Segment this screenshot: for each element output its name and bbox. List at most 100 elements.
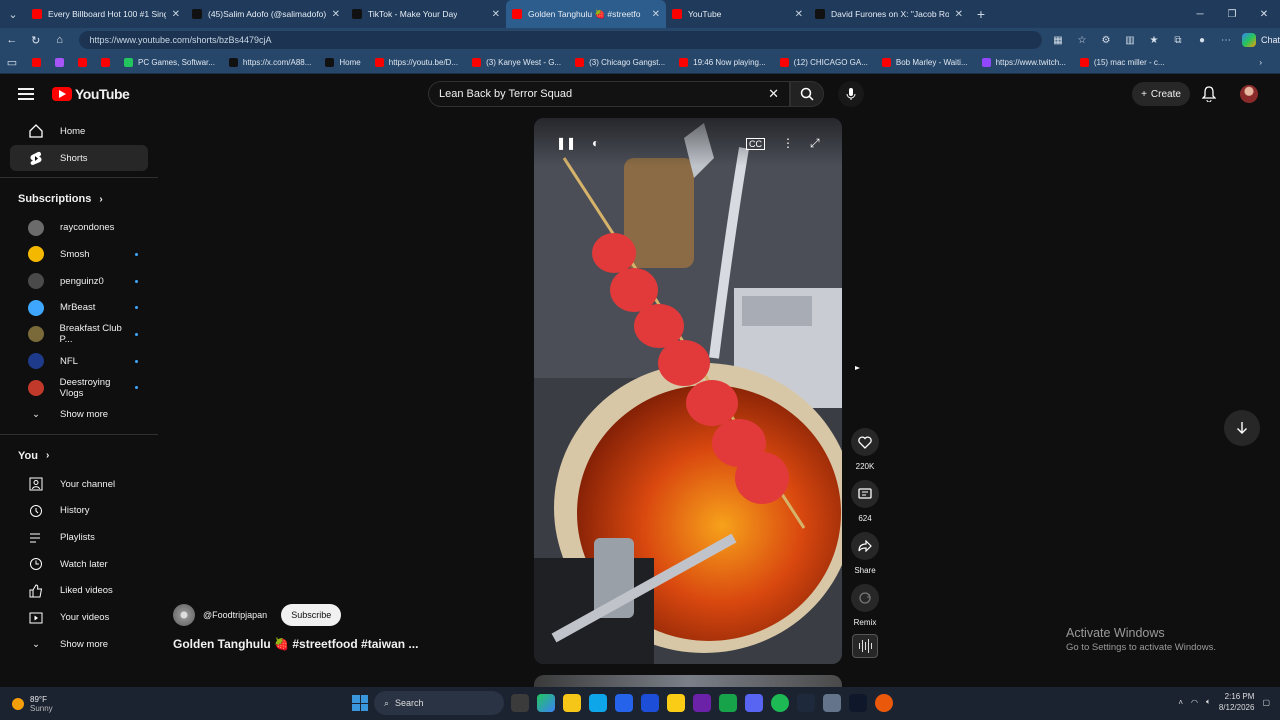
search-button[interactable] <box>790 81 824 107</box>
subscription-item[interactable]: NFL <box>10 348 148 375</box>
subscription-item[interactable]: Deestroying Vlogs <box>10 375 148 402</box>
discord-icon[interactable] <box>745 694 763 712</box>
close-tab-icon[interactable]: ✕ <box>486 9 500 20</box>
next-short-preview[interactable] <box>534 675 842 687</box>
minimize-icon[interactable]: ─ <box>1184 9 1216 20</box>
bookmark-item[interactable]: (3) Chicago Gangst... <box>575 58 665 67</box>
you-header[interactable]: You › <box>0 441 158 471</box>
collections-icon[interactable]: ⧉ <box>1168 35 1188 46</box>
sidebar-item-playlists[interactable]: Playlists <box>10 524 148 551</box>
menu-icon[interactable] <box>18 88 34 103</box>
subscribe-button[interactable]: Subscribe <box>281 604 342 626</box>
sidebar-item-your-channel[interactable]: Your channel <box>10 471 148 498</box>
volume-tray-icon[interactable]: 🔈︎ <box>1206 697 1211 707</box>
sidebar-item-history[interactable]: History <box>10 498 148 525</box>
search-input[interactable]: Lean Back by Terror Squad ✕ <box>428 81 790 107</box>
close-tab-icon[interactable]: ✕ <box>646 9 660 20</box>
back-icon[interactable]: ← <box>0 34 24 46</box>
subscriptions-header[interactable]: Subscriptions › <box>0 184 158 214</box>
more-vertical-icon[interactable]: ⋮ <box>782 136 794 150</box>
account-avatar[interactable] <box>1240 85 1258 103</box>
spotify-icon[interactable] <box>771 694 789 712</box>
sidebar-item-watch-later[interactable]: Watch later <box>10 551 148 578</box>
bookmark-item[interactable]: (12) CHICAGO GA... <box>779 58 868 67</box>
notification-center-icon[interactable]: ▢ <box>1262 698 1270 707</box>
bookmark-item[interactable] <box>32 58 41 67</box>
maximize-icon[interactable]: ❐ <box>1216 9 1248 20</box>
browser-tab[interactable]: Every Billboard Hot 100 #1 Single ✕ <box>26 0 186 28</box>
short-title[interactable]: Golden Tanghulu 🍓 #streetfood #taiwan ..… <box>173 637 418 651</box>
close-tab-icon[interactable]: ✕ <box>949 9 963 20</box>
outlook-icon[interactable] <box>641 694 659 712</box>
new-tab-button[interactable]: + <box>969 6 993 22</box>
winamp-icon[interactable] <box>667 694 685 712</box>
bookmark-item[interactable]: (3) Kanye West - G... <box>472 58 561 67</box>
tab-actions-menu-icon[interactable]: ⌄ <box>0 0 26 28</box>
start-icon[interactable] <box>352 695 368 711</box>
weather-widget[interactable]: 89°F Sunny <box>12 695 53 713</box>
bookmark-item[interactable]: 19:46 Now playing... <box>679 58 766 67</box>
steam-client-icon[interactable] <box>849 694 867 712</box>
close-tab-icon[interactable]: ✕ <box>789 9 803 20</box>
edge-icon[interactable] <box>589 694 607 712</box>
fullscreen-icon[interactable]: ⤢ <box>810 136 820 151</box>
favorite-star-icon[interactable]: ☆ <box>1072 35 1092 46</box>
pause-icon[interactable]: ❚❚ <box>556 136 576 150</box>
remix-button[interactable] <box>851 584 879 612</box>
split-screen-icon[interactable]: ▥ <box>1120 35 1140 46</box>
settings-icon[interactable] <box>823 694 841 712</box>
subscription-item[interactable]: MrBeast <box>10 294 148 321</box>
browser-tab[interactable]: Golden Tanghulu 🍓 #streetfo ✕ <box>506 0 666 28</box>
browser-tab[interactable]: YouTube ✕ <box>666 0 809 28</box>
captions-icon[interactable]: CC <box>746 138 765 150</box>
favorites-icon[interactable]: ★ <box>1144 35 1164 46</box>
youtube-logo[interactable]: YouTube <box>52 86 130 102</box>
bookmark-item[interactable]: Home <box>325 58 361 67</box>
next-short-button[interactable] <box>1224 410 1260 446</box>
short-video-player[interactable]: ❚❚ ◐ CC ⋮ ⤢ <box>534 118 842 664</box>
network-icon[interactable]: ◠ <box>1191 698 1198 707</box>
clock[interactable]: 2:16 PM 8/12/2026 <box>1219 691 1255 713</box>
store-icon[interactable] <box>615 694 633 712</box>
close-tab-icon[interactable]: ✕ <box>166 9 180 20</box>
copilot-chat-button[interactable]: Chat <box>1241 33 1280 47</box>
bookmarks-overflow-icon[interactable]: › <box>1259 58 1262 67</box>
app-orange-icon[interactable] <box>875 694 893 712</box>
bookmark-item[interactable] <box>55 58 64 67</box>
show-more-subscriptions[interactable]: ⌄ Show more <box>10 401 148 428</box>
bookmark-item[interactable]: Bob Marley - Waiti... <box>881 58 968 67</box>
bookmark-item[interactable]: (15) mac miller - c... <box>1079 58 1165 67</box>
bookmark-item[interactable]: https://x.com/A88... <box>228 58 311 67</box>
subscription-item[interactable]: Smosh <box>10 241 148 268</box>
taskbar-search[interactable]: ⌕ Search <box>374 691 504 715</box>
chevron-up-icon[interactable]: ˄ <box>1178 698 1183 707</box>
share-button[interactable] <box>851 532 879 560</box>
sound-thumbnail[interactable] <box>852 634 878 658</box>
comment-button[interactable] <box>851 480 879 508</box>
sidebar-item-liked-videos[interactable]: Liked videos <box>10 578 148 605</box>
refresh-icon[interactable]: ↻ <box>24 34 48 47</box>
voice-search-button[interactable] <box>838 81 864 107</box>
url-field[interactable]: https://www.youtube.com/shorts/bzBs4479c… <box>79 31 1042 49</box>
bookmark-item[interactable]: https://www.twitch... <box>981 58 1066 67</box>
xbox-icon[interactable] <box>719 694 737 712</box>
sidebar-item-home[interactable]: Home <box>10 118 148 145</box>
bookmark-item[interactable]: https://youtu.be/D... <box>374 58 458 67</box>
extensions-icon[interactable]: ⚙ <box>1096 35 1116 46</box>
browser-tab[interactable]: (45)Salim Adofo (@salimadofo)'s ✕ <box>186 0 346 28</box>
notifications-button[interactable] <box>1201 86 1217 107</box>
widgets-icon[interactable] <box>537 694 555 712</box>
browser-tab[interactable]: TikTok - Make Your Day ✕ <box>346 0 506 28</box>
profile-avatar-icon[interactable]: ● <box>1192 35 1212 46</box>
sidebar-item-your-videos[interactable]: Your videos <box>10 604 148 631</box>
task-view-icon[interactable] <box>511 694 529 712</box>
subscription-item[interactable]: Breakfast Club P... <box>10 321 148 348</box>
like-button[interactable] <box>851 428 879 456</box>
sidebar-item-shorts[interactable]: Shorts <box>10 144 148 172</box>
volume-icon[interactable]: ◐ <box>592 136 599 150</box>
more-options-icon[interactable]: ⋯ <box>1216 35 1236 46</box>
bookmark-item[interactable]: PC Games, Softwar... <box>124 58 215 67</box>
home-browser-icon[interactable]: ⌂ <box>48 34 72 46</box>
subscription-item[interactable]: raycondones <box>10 214 148 241</box>
close-tab-icon[interactable]: ✕ <box>326 9 340 20</box>
